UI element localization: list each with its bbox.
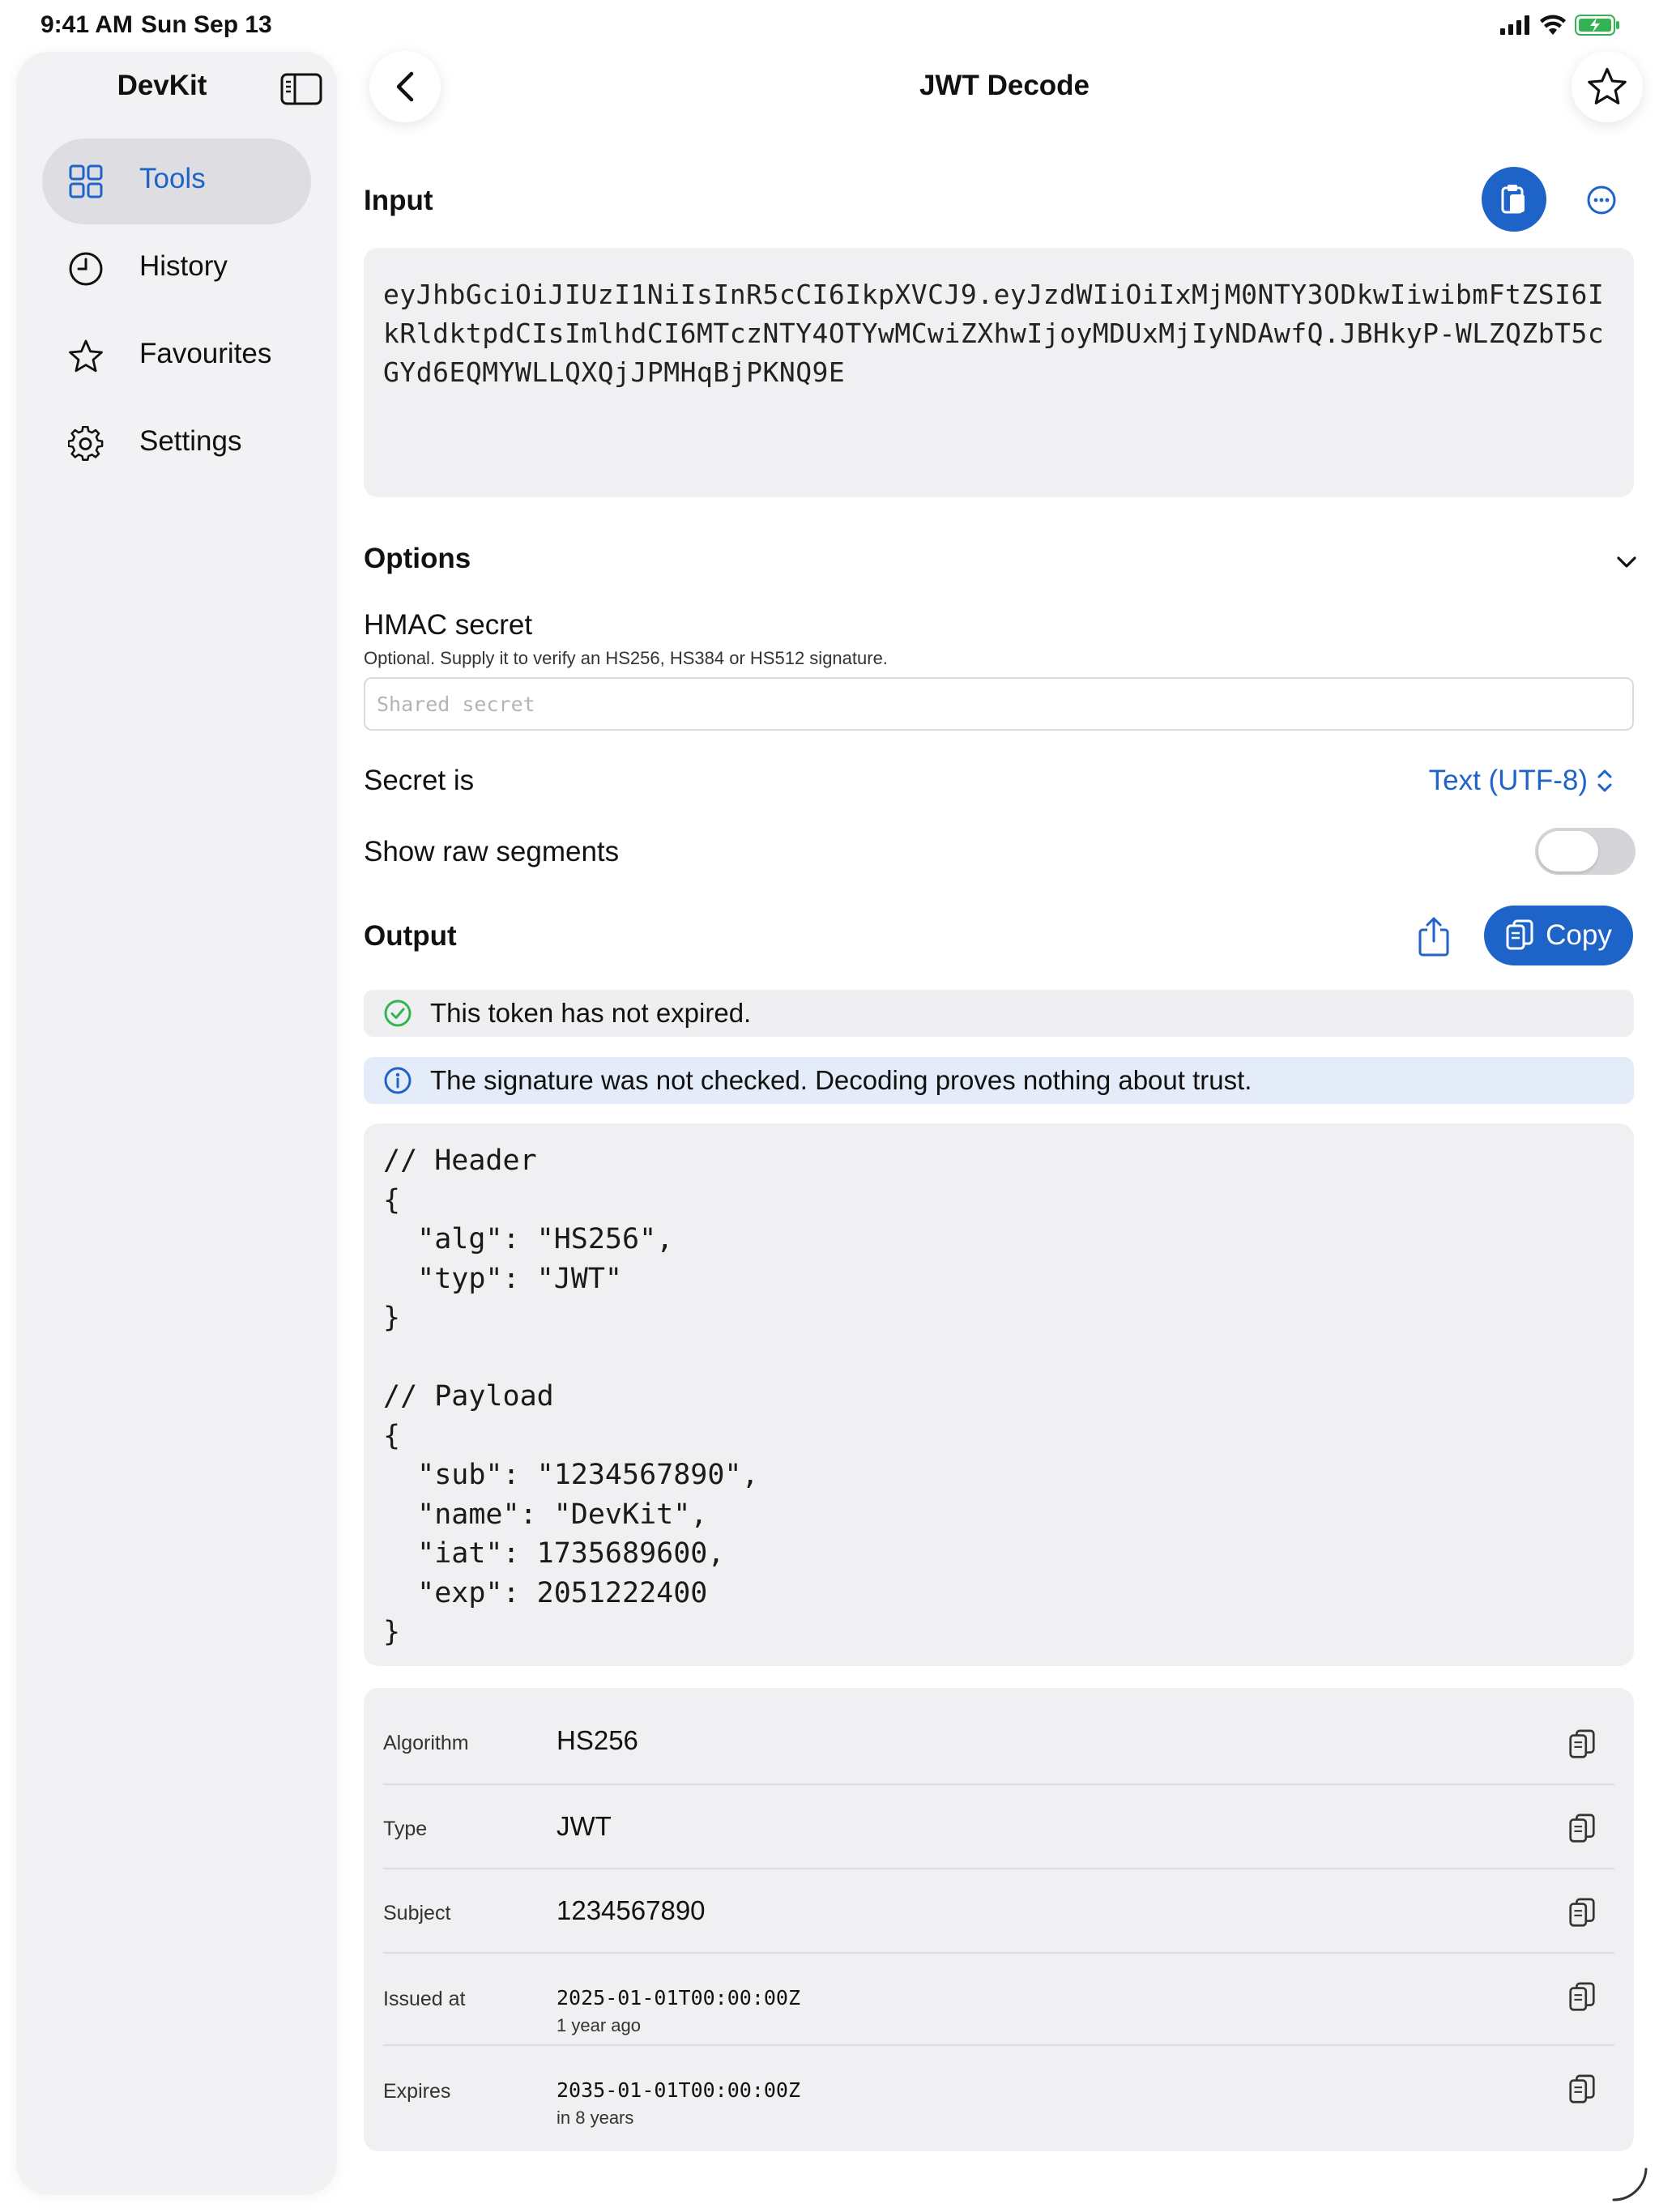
expiry-status-text: This token has not expired. <box>430 998 752 1028</box>
detail-row-subject: Subject 1234567890 <box>383 1869 1614 1954</box>
detail-row-type: Type JWT <box>383 1785 1614 1869</box>
options-collapse-button[interactable] <box>1612 548 1641 577</box>
detail-label: Type <box>383 1818 428 1840</box>
detail-row-issued-at: Issued at 2025-01-01T00:00:00Z 1 year ag… <box>383 1954 1614 2046</box>
info-circle-icon <box>384 1067 412 1094</box>
sidebar-item-tools[interactable]: Tools <box>42 139 311 224</box>
detail-row-expires: Expires 2035-01-01T00:00:00Z in 8 years <box>383 2046 1614 2138</box>
chevron-up-down-icon <box>1597 769 1612 792</box>
hmac-secret-help: Optional. Supply it to verify an HS256, … <box>364 648 888 668</box>
checkmark-circle-icon <box>384 999 412 1027</box>
paste-button[interactable] <box>1482 167 1546 232</box>
detail-value: 2035-01-01T00:00:00Z <box>557 2078 801 2102</box>
chevron-down-icon <box>1617 556 1636 568</box>
expiry-status-banner: This token has not expired. <box>364 990 1634 1037</box>
copy-icon[interactable] <box>1567 1897 1597 1929</box>
claims-details-table: Algorithm HS256 Type JWT Subject 1234567… <box>364 1688 1634 2151</box>
detail-label: Algorithm <box>383 1732 469 1754</box>
sidebar-item-label: Settings <box>139 425 242 457</box>
ellipsis-circle-icon <box>1587 185 1616 215</box>
cellular-signal-icon <box>1500 15 1529 35</box>
signature-info-banner: The signature was not checked. Decoding … <box>364 1057 1634 1104</box>
sidebar-item-settings[interactable]: Settings <box>42 401 311 487</box>
page-title: JWT Decode <box>919 70 1090 101</box>
status-bar: 9:41 AM Sun Sep 13 <box>0 0 1659 50</box>
star-icon <box>1588 67 1627 104</box>
detail-row-algorithm: Algorithm HS256 <box>383 1688 1614 1785</box>
share-button[interactable] <box>1416 914 1452 959</box>
clock-icon <box>69 252 103 286</box>
output-section-title: Output <box>364 920 457 952</box>
copy-output-button[interactable]: Copy <box>1484 906 1633 965</box>
detail-label: Issued at <box>383 1988 466 2010</box>
wifi-icon <box>1540 15 1566 35</box>
sidebar-item-label: Favourites <box>139 338 272 369</box>
favourite-button[interactable] <box>1572 51 1643 122</box>
status-date: Sun Sep 13 <box>141 11 272 38</box>
detail-relative-time: 1 year ago <box>557 2015 641 2035</box>
detail-value: HS256 <box>557 1725 638 1755</box>
star-icon <box>69 339 103 373</box>
copy-icon[interactable] <box>1567 2073 1597 2106</box>
detail-value: 1234567890 <box>557 1895 706 1925</box>
gear-icon <box>68 426 104 461</box>
options-section-title: Options <box>364 543 471 574</box>
token-input[interactable]: eyJhbGciOiJIUzI1NiIsInR5cCI6IkpXVCJ9.eyJ… <box>364 248 1634 497</box>
detail-value: JWT <box>557 1811 612 1841</box>
copy-icon[interactable] <box>1567 1728 1597 1761</box>
back-button[interactable] <box>369 51 441 122</box>
share-icon <box>1418 917 1449 957</box>
copy-icon <box>1506 919 1533 950</box>
signature-info-text: The signature was not checked. Decoding … <box>430 1065 1252 1095</box>
sidebar-toggle-button[interactable] <box>280 71 322 107</box>
detail-label: Subject <box>383 1902 451 1924</box>
decoded-output: // Header { "alg": "HS256", "typ": "JWT"… <box>364 1123 1634 1666</box>
sidebar-item-label: History <box>139 250 228 282</box>
sidebar-item-history[interactable]: History <box>42 226 311 312</box>
detail-label: Expires <box>383 2080 451 2103</box>
chevron-left-icon <box>396 71 414 102</box>
clipboard-icon <box>1501 185 1525 214</box>
detail-relative-time: in 8 years <box>557 2108 634 2128</box>
sidebar-title: DevKit <box>117 70 207 101</box>
grid-icon <box>69 164 103 198</box>
copy-button-label: Copy <box>1546 919 1612 951</box>
hmac-secret-label: HMAC secret <box>364 609 533 641</box>
resize-handle-icon[interactable] <box>1610 2163 1651 2203</box>
sidebar-item-label: Tools <box>139 163 206 194</box>
sidebar: DevKit Tools History Favourites Settings <box>16 52 337 2195</box>
hmac-secret-input[interactable] <box>364 677 1634 731</box>
toggle-knob <box>1538 831 1598 872</box>
status-icons <box>1500 15 1620 36</box>
input-section-title: Input <box>364 185 433 216</box>
detail-value: 2025-01-01T00:00:00Z <box>557 1986 801 2010</box>
secret-encoding-value: Text (UTF-8) <box>1428 765 1588 796</box>
battery-charging-icon <box>1575 15 1619 36</box>
sidebar-item-favourites[interactable]: Favourites <box>42 313 311 399</box>
secret-encoding-select[interactable]: Text (UTF-8) <box>1429 765 1614 797</box>
raw-segments-toggle[interactable] <box>1535 828 1636 875</box>
copy-icon[interactable] <box>1567 1981 1597 2014</box>
secret-encoding-label: Secret is <box>364 765 475 796</box>
raw-segments-label: Show raw segments <box>364 836 620 867</box>
more-options-button[interactable] <box>1581 180 1622 220</box>
status-time: 9:41 AM <box>41 11 133 38</box>
sidebar-toggle-icon <box>280 73 322 105</box>
copy-icon[interactable] <box>1567 1813 1597 1845</box>
